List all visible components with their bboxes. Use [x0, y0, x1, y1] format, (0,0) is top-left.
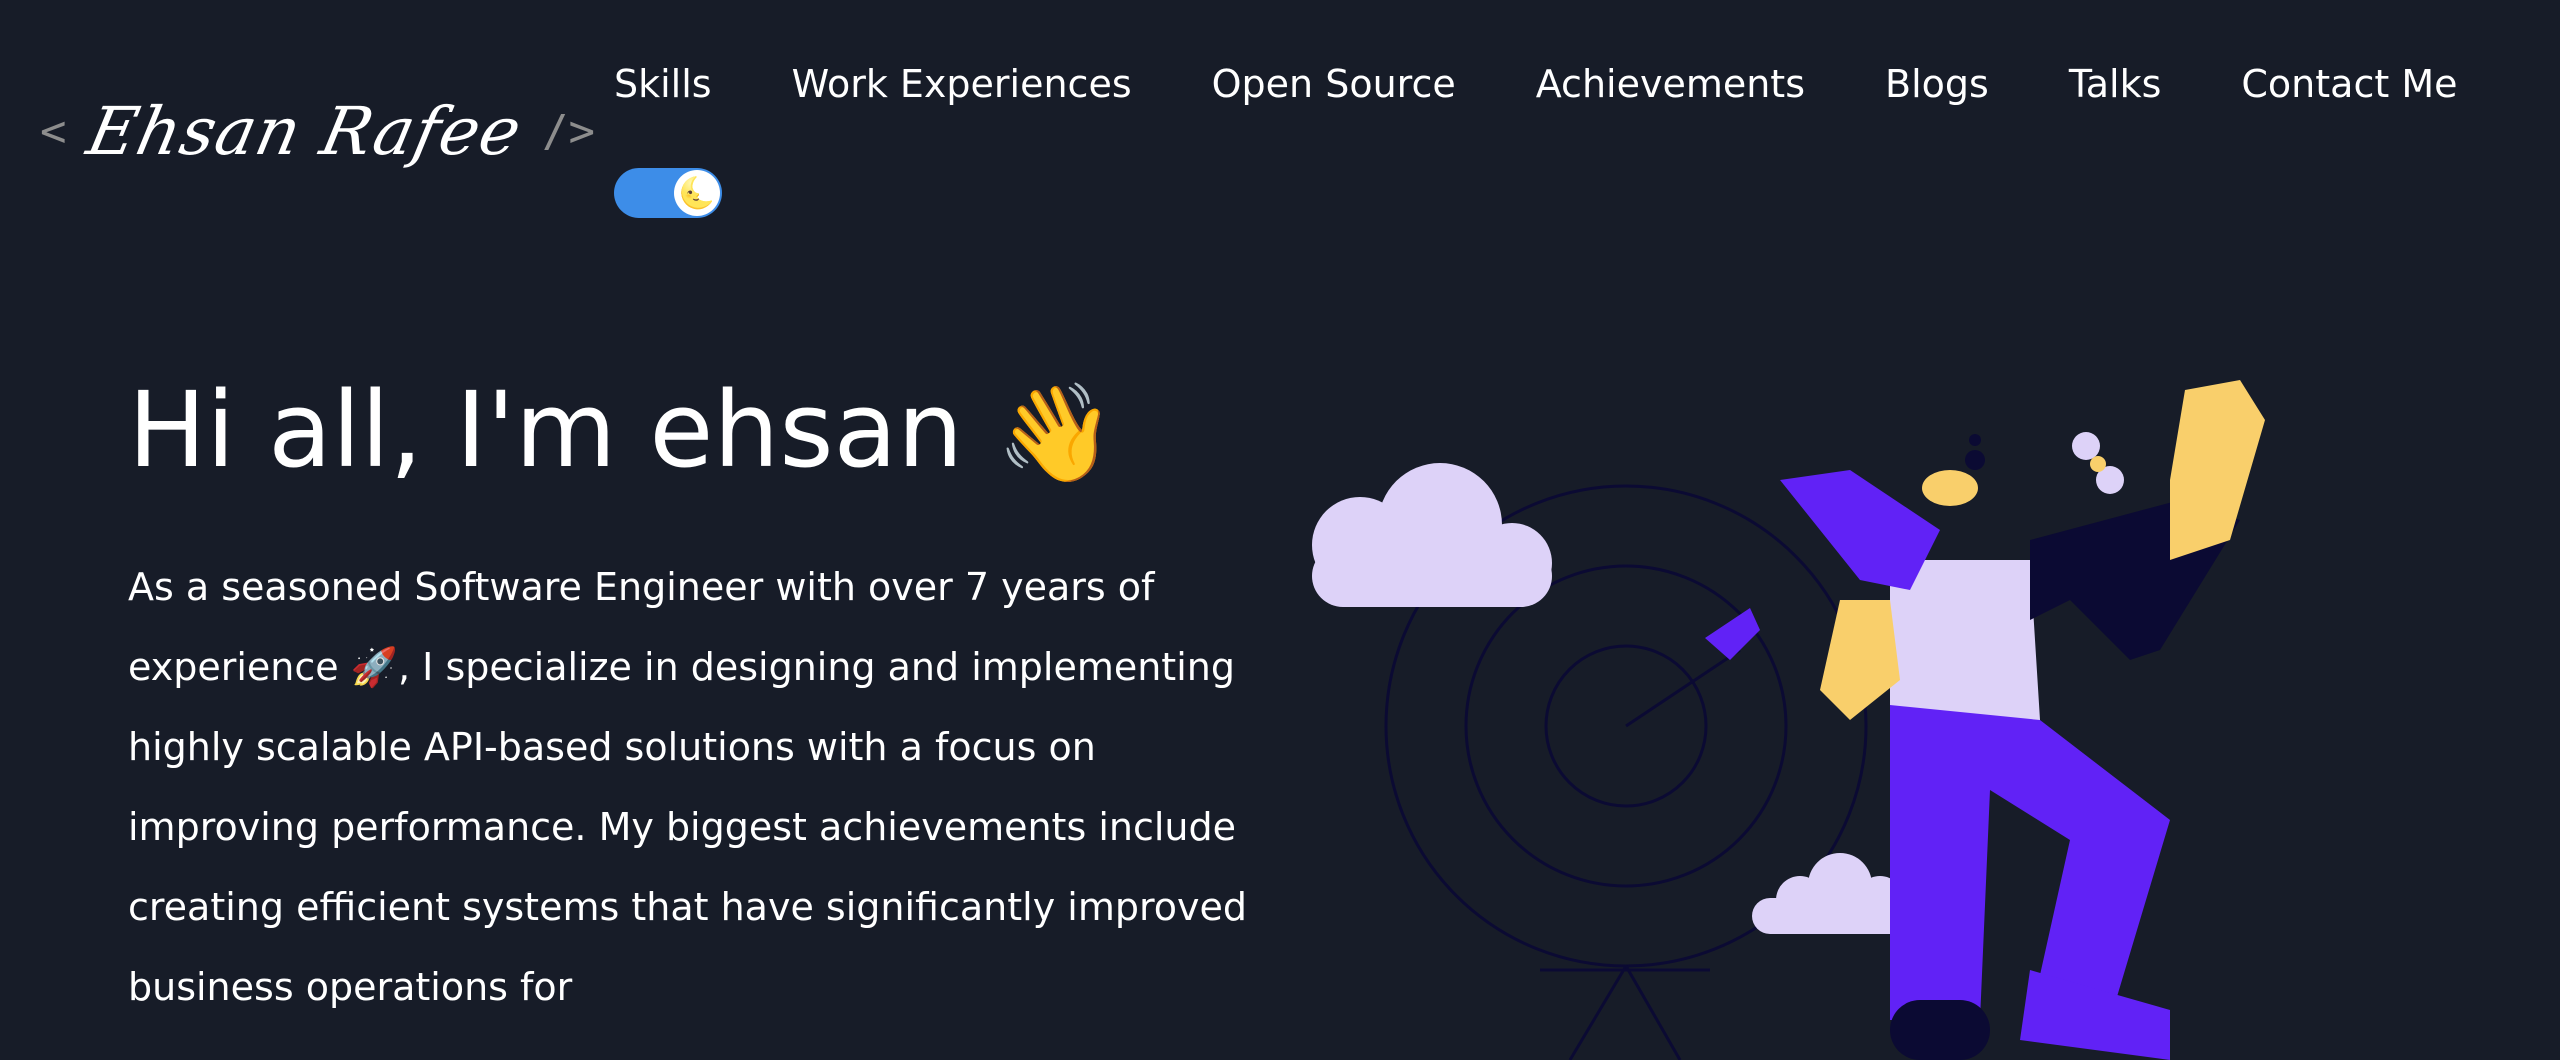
site-logo[interactable]: < Ehsan Rafee /> [40, 88, 595, 174]
dark-mode-toggle[interactable]: 🌜 [614, 168, 722, 218]
nav-contact-me[interactable]: Contact Me [2241, 52, 2457, 116]
bee-icon [2072, 432, 2124, 494]
logo-close-bracket: /> [542, 105, 595, 157]
nav-talks[interactable]: Talks [2069, 52, 2162, 116]
hero-intro: As a seasoned Software Engineer with ove… [128, 565, 1247, 1009]
dart-icon [1705, 608, 1760, 660]
nav-blogs[interactable]: Blogs [1885, 52, 1989, 116]
cloud-icon [1312, 463, 1552, 607]
logo-signature: Ehsan Rafee [80, 92, 529, 170]
hero-greeting: Hi all, I'm ehsan 👋 [128, 360, 1116, 503]
moon-icon: 🌜 [674, 170, 720, 216]
logo-open-bracket: < [40, 105, 67, 157]
wave-emoji: 👋 [996, 377, 1116, 489]
nav-skills[interactable]: Skills [614, 52, 712, 116]
greeting-text: Hi all, I'm ehsan [128, 369, 964, 491]
nav-open-source[interactable]: Open Source [1212, 52, 1456, 116]
nav-work-experiences[interactable]: Work Experiences [792, 52, 1132, 116]
nav-achievements[interactable]: Achievements [1536, 52, 1805, 116]
hero-illustration [1312, 380, 2265, 1060]
person-icon [1780, 380, 2265, 1060]
main-nav: Skills Work Experiences Open Source Achi… [614, 52, 2457, 116]
